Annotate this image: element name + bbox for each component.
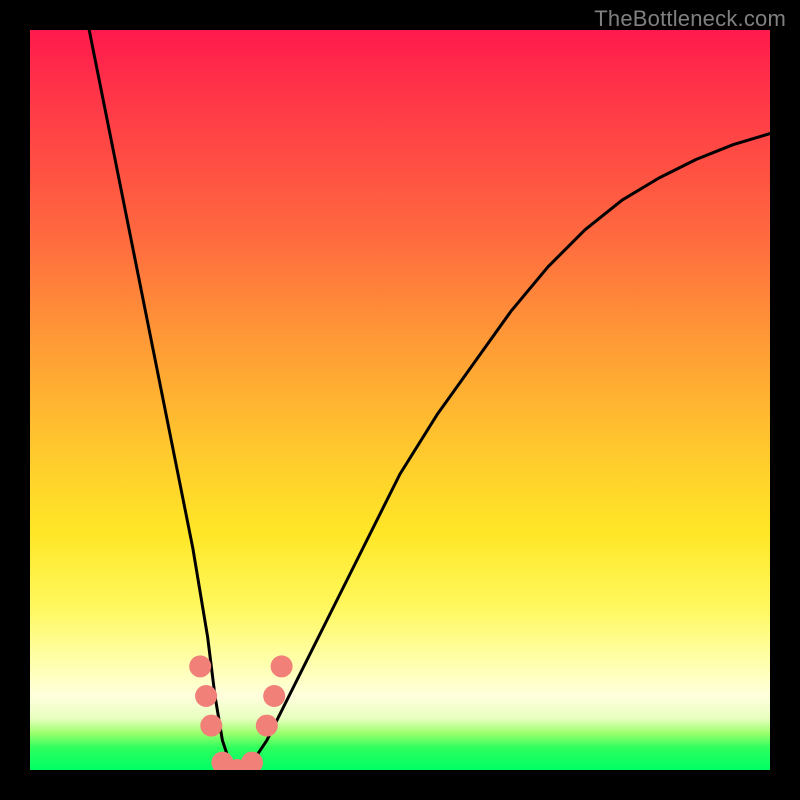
dip-right <box>241 752 263 770</box>
right-cluster-low <box>256 715 278 737</box>
curve-layer <box>30 30 770 770</box>
left-cluster-mid <box>195 685 217 707</box>
chart-frame: TheBottleneck.com <box>0 0 800 800</box>
left-cluster-low <box>200 715 222 737</box>
marker-cluster <box>189 655 292 770</box>
watermark-label: TheBottleneck.com <box>594 6 786 32</box>
bottleneck-curve-path <box>89 30 770 770</box>
left-cluster-top <box>189 655 211 677</box>
right-cluster-top <box>271 655 293 677</box>
bottleneck-curve <box>89 30 770 770</box>
right-cluster-mid <box>263 685 285 707</box>
plot-area <box>30 30 770 770</box>
